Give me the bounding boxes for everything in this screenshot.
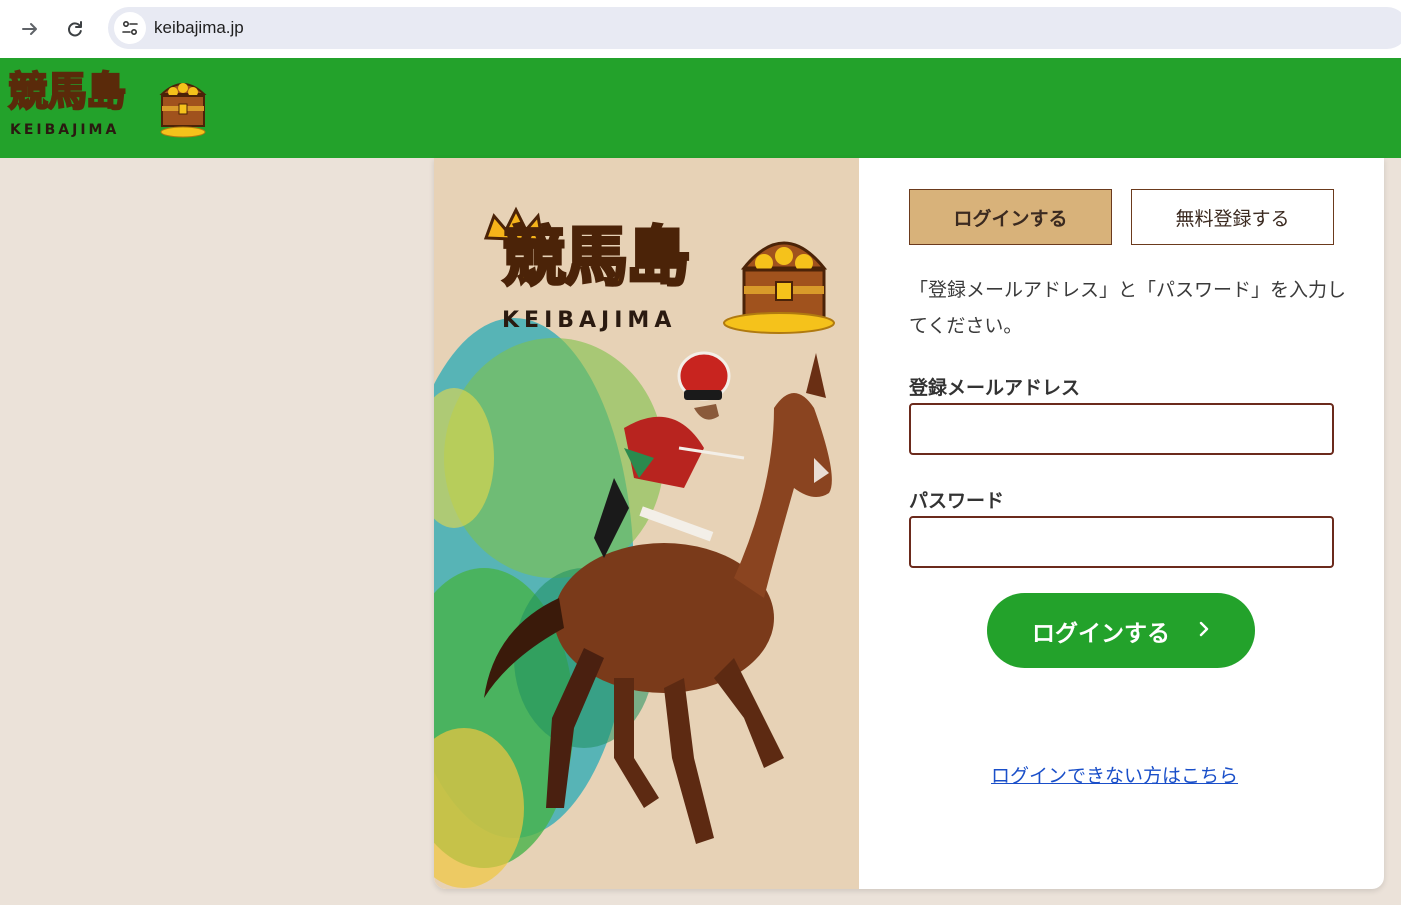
login-submit-label: ログインする (1032, 620, 1170, 647)
email-label: 登録メールアドレス (909, 377, 1081, 399)
chevron-right-icon (1198, 618, 1210, 643)
arrow-right-icon[interactable] (13, 12, 47, 46)
hero-logo-kanji: 競馬島 (501, 221, 692, 295)
login-card: 競馬島 KEIBAJIMA ログインする 無料登録する 「登録メールアドレス」と… (434, 158, 1384, 889)
password-label: パスワード (909, 490, 1005, 512)
password-field[interactable] (909, 516, 1334, 568)
tab-register[interactable]: 無料登録する (1131, 189, 1334, 245)
reload-icon[interactable] (58, 12, 92, 46)
address-bar[interactable]: keibajima.jp (108, 7, 1401, 49)
url-text[interactable]: keibajima.jp (154, 18, 244, 38)
logo-kanji: 競馬島 (7, 69, 127, 115)
browser-toolbar: keibajima.jp (0, 0, 1401, 58)
logo-roman: KEIBAJIMA (10, 122, 120, 138)
tab-login[interactable]: ログインする (909, 189, 1112, 245)
site-header: 競馬島 KEIBAJIMA (0, 58, 1401, 158)
login-submit-button[interactable]: ログインする (987, 593, 1255, 668)
cannot-login-link[interactable]: ログインできない方はこちら (991, 761, 1238, 788)
site-logo[interactable]: 競馬島 KEIBAJIMA (7, 69, 208, 146)
email-field[interactable] (909, 403, 1334, 455)
hero-image: 競馬島 KEIBAJIMA (434, 158, 859, 889)
treasure-chest-icon (159, 83, 207, 138)
hero-logo-roman: KEIBAJIMA (502, 308, 677, 333)
form-instruction: 「登録メールアドレス」と「パスワード」を入力してください。 (909, 279, 1347, 337)
site-settings-icon[interactable] (114, 12, 146, 44)
